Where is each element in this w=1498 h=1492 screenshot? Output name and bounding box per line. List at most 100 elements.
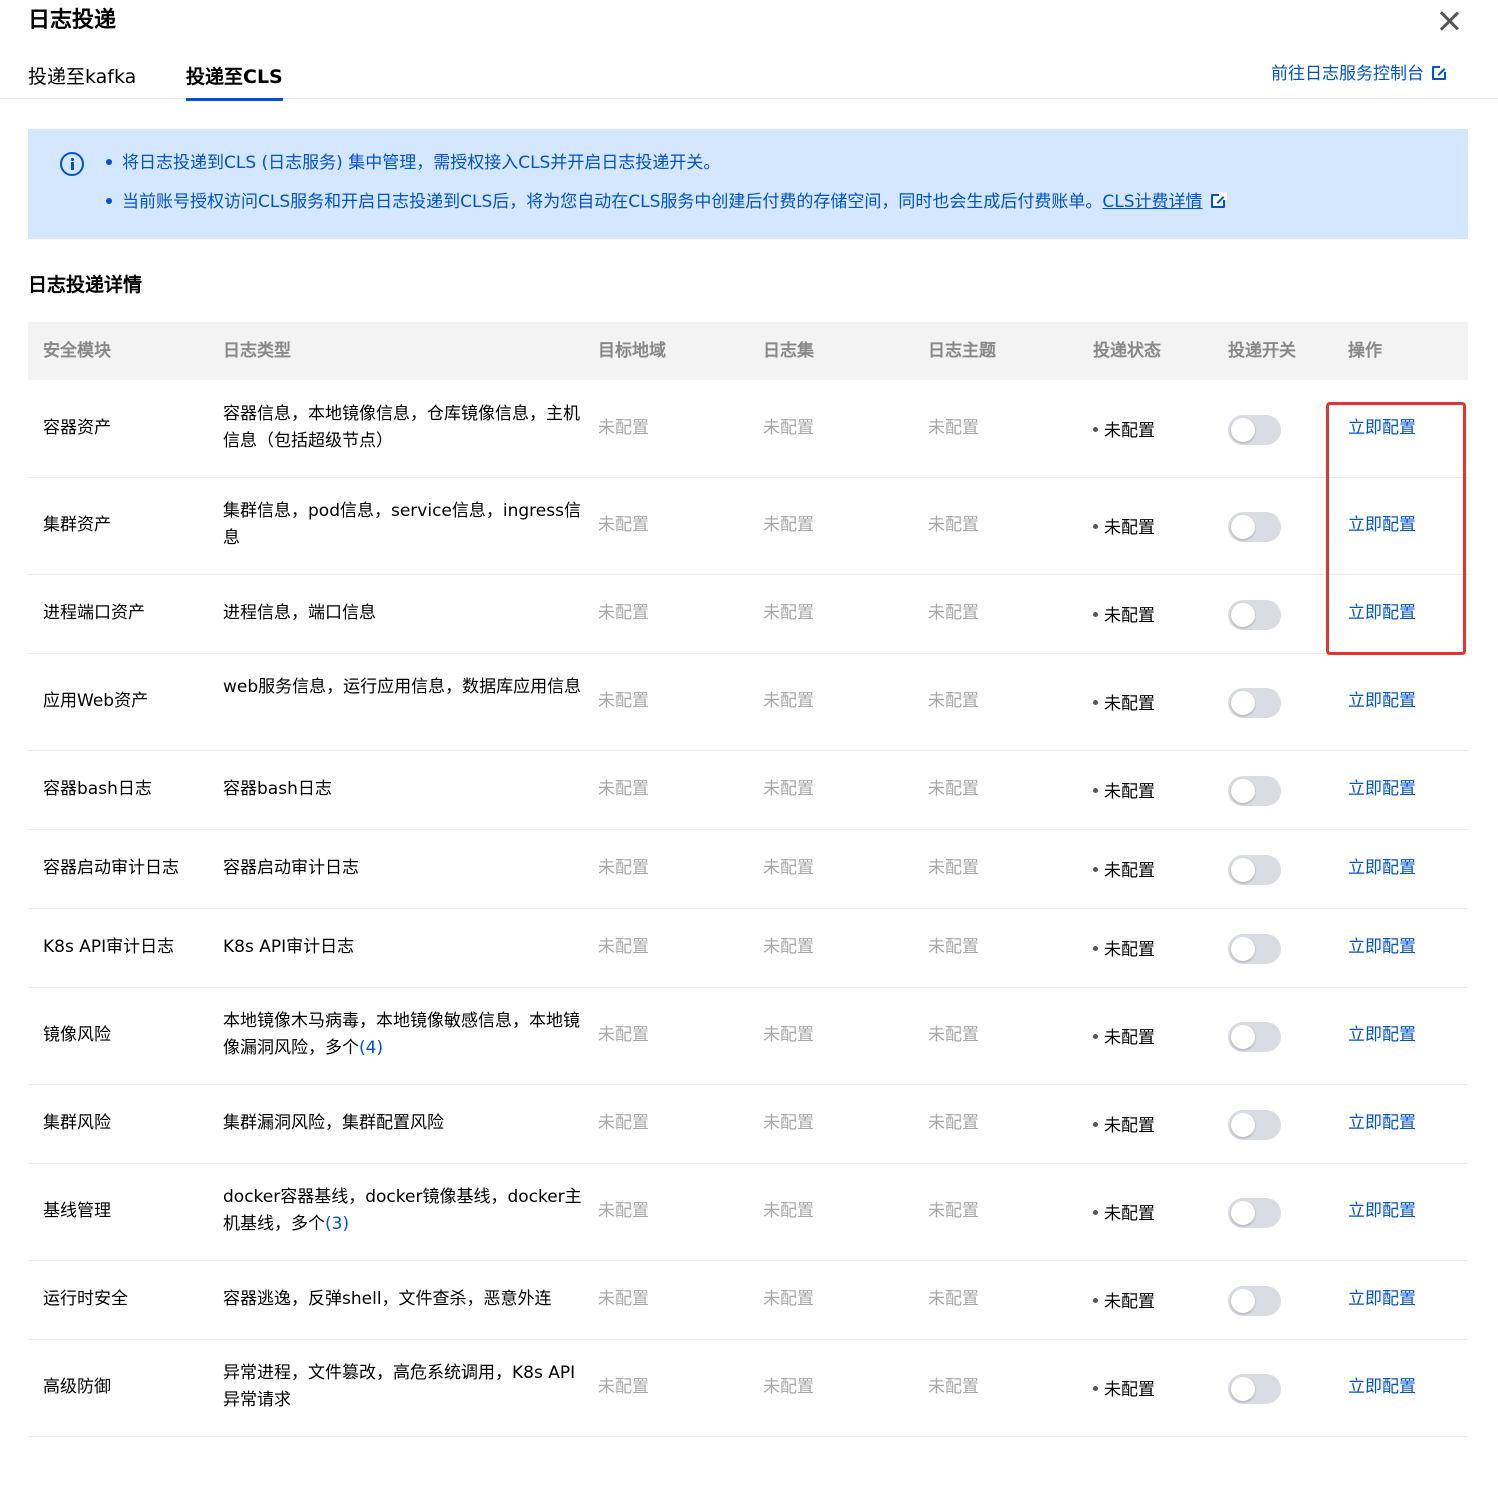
cell-logset: 未配置 <box>763 779 814 799</box>
configure-now-link[interactable]: 立即配置 <box>1348 1286 1416 1313</box>
delivery-switch[interactable] <box>1228 855 1281 885</box>
cell-topic: 未配置 <box>928 603 979 623</box>
cell-log-type: web服务信息，运行应用信息，数据库应用信息 <box>223 674 583 701</box>
cell-module: 基线管理 <box>43 1201 111 1221</box>
status-text: 未配置 <box>1104 940 1155 960</box>
table-header: 安全模块 日志类型 目标地域 日志集 日志主题 投递状态 投递开关 操作 <box>28 322 1468 380</box>
delivery-switch[interactable] <box>1228 776 1281 806</box>
cell-module: 集群资产 <box>43 515 111 535</box>
status-dot <box>1093 1298 1098 1303</box>
status-dot <box>1093 427 1098 432</box>
cell-region: 未配置 <box>598 858 649 878</box>
cell-module: 容器bash日志 <box>43 779 152 799</box>
cell-log-type-text: docker容器基线，docker镜像基线，docker主机基线，多个 <box>223 1187 582 1234</box>
configure-now-link[interactable]: 立即配置 <box>1348 1374 1416 1401</box>
cell-log-type-text: K8s API审计日志 <box>223 937 355 957</box>
cell-topic: 未配置 <box>928 1289 979 1309</box>
cell-module: 镜像风险 <box>43 1025 111 1045</box>
delivery-switch[interactable] <box>1228 1286 1281 1316</box>
dialog-title: 日志投递 <box>28 8 117 33</box>
cell-status: 未配置 <box>1093 515 1155 542</box>
status-text: 未配置 <box>1104 1204 1155 1224</box>
log-console-link-label[interactable]: 前往日志服务控制台 <box>1271 64 1424 84</box>
delivery-switch[interactable] <box>1228 1110 1281 1140</box>
cell-log-type: 本地镜像木马病毒，本地镜像敏感信息，本地镜像漏洞风险，多个(4) <box>223 1008 583 1062</box>
notice-text-2: 当前账号授权访问CLS服务和开启日志投递到CLS后，将为您自动在CLS服务中创建… <box>122 192 1103 212</box>
configure-now-link[interactable]: 立即配置 <box>1348 1198 1416 1225</box>
cell-region: 未配置 <box>598 691 649 711</box>
cell-log-type: 容器bash日志 <box>223 776 583 803</box>
configure-now-link[interactable]: 立即配置 <box>1348 855 1416 882</box>
notice-line-2: 当前账号授权访问CLS服务和开启日志投递到CLS后，将为您自动在CLS服务中创建… <box>106 191 1227 213</box>
delivery-switch[interactable] <box>1228 688 1281 718</box>
cls-billing-link[interactable]: CLS计费详情 <box>1102 192 1202 212</box>
table-row: 容器启动审计日志 容器启动审计日志 未配置 未配置 未配置 未配置 立即配置 <box>28 830 1468 909</box>
bullet-dot <box>106 198 112 204</box>
delivery-switch[interactable] <box>1228 1198 1281 1228</box>
status-text: 未配置 <box>1104 1292 1155 1312</box>
log-console-link[interactable]: 前往日志服务控制台 <box>1271 62 1448 86</box>
cell-region: 未配置 <box>598 418 649 438</box>
status-dot <box>1093 700 1098 705</box>
external-link-icon[interactable] <box>1210 192 1227 208</box>
table-row: 高级防御 异常进程，文件篡改，高危系统调用，K8s API异常请求 未配置 未配置 未配… <box>28 1340 1468 1437</box>
configure-now-link[interactable]: 立即配置 <box>1348 776 1416 803</box>
delivery-switch[interactable] <box>1228 512 1281 542</box>
bullet-dot <box>106 159 112 165</box>
delivery-switch[interactable] <box>1228 1022 1281 1052</box>
cell-module: 进程端口资产 <box>43 603 145 623</box>
table-row: 集群风险 集群漏洞风险，集群配置风险 未配置 未配置 未配置 未配置 立即配置 <box>28 1085 1468 1164</box>
status-dot <box>1093 612 1098 617</box>
configure-now-link[interactable]: 立即配置 <box>1348 1110 1416 1137</box>
cell-log-type-text: 进程信息，端口信息 <box>223 603 376 623</box>
table-row: 镜像风险 本地镜像木马病毒，本地镜像敏感信息，本地镜像漏洞风险，多个(4) 未配置 未… <box>28 988 1468 1085</box>
header-region: 目标地域 <box>598 341 666 361</box>
cell-log-type-text: 容器逃逸，反弹shell，文件查杀，恶意外连 <box>223 1289 552 1309</box>
configure-now-link[interactable]: 立即配置 <box>1348 934 1416 961</box>
close-icon[interactable] <box>1436 8 1462 34</box>
cell-log-type: 容器逃逸，反弹shell，文件查杀，恶意外连 <box>223 1286 583 1313</box>
cell-topic: 未配置 <box>928 779 979 799</box>
info-banner: 将日志投递到CLS (日志服务) 集中管理，需授权接入CLS并开启日志投递开关。… <box>28 129 1468 239</box>
cell-log-type-text: 容器bash日志 <box>223 779 332 799</box>
configure-now-link[interactable]: 立即配置 <box>1348 1022 1416 1049</box>
more-count-link[interactable]: (4) <box>359 1038 383 1058</box>
header-module: 安全模块 <box>43 341 111 361</box>
cell-region: 未配置 <box>598 1113 649 1133</box>
header-topic: 日志主题 <box>928 341 996 361</box>
delivery-switch[interactable] <box>1228 600 1281 630</box>
tab-cls[interactable]: 投递至CLS <box>186 64 283 101</box>
table-row: 基线管理 docker容器基线，docker镜像基线，docker主机基线，多个(… <box>28 1164 1468 1261</box>
cell-status: 未配置 <box>1093 1113 1155 1140</box>
cell-logset: 未配置 <box>763 1025 814 1045</box>
configure-now-link[interactable]: 立即配置 <box>1348 688 1416 715</box>
cell-log-type: 集群信息，pod信息，service信息，ingress信息 <box>223 498 583 552</box>
delivery-switch[interactable] <box>1228 1374 1281 1404</box>
header-action: 操作 <box>1348 341 1382 361</box>
cell-module: K8s API审计日志 <box>43 937 175 957</box>
header-logset: 日志集 <box>763 341 814 361</box>
cell-module: 高级防御 <box>43 1377 111 1397</box>
cell-topic: 未配置 <box>928 1201 979 1221</box>
delivery-switch[interactable] <box>1228 415 1281 445</box>
cell-topic: 未配置 <box>928 858 979 878</box>
cell-region: 未配置 <box>598 779 649 799</box>
cell-logset: 未配置 <box>763 937 814 957</box>
tab-kafka[interactable]: 投递至kafka <box>28 64 136 90</box>
cell-logset: 未配置 <box>763 515 814 535</box>
cell-status: 未配置 <box>1093 603 1155 630</box>
delivery-switch[interactable] <box>1228 934 1281 964</box>
more-count-link[interactable]: (3) <box>325 1214 349 1234</box>
status-dot <box>1093 1034 1098 1039</box>
cell-region: 未配置 <box>598 603 649 623</box>
table-row: 运行时安全 容器逃逸，反弹shell，文件查杀，恶意外连 未配置 未配置 未配置 未配置 立… <box>28 1261 1468 1340</box>
cell-log-type: 异常进程，文件篡改，高危系统调用，K8s API异常请求 <box>223 1360 583 1414</box>
table-row: 容器bash日志 容器bash日志 未配置 未配置 未配置 未配置 立即配置 <box>28 751 1468 830</box>
cell-region: 未配置 <box>598 1201 649 1221</box>
external-link-icon[interactable] <box>1432 64 1448 80</box>
status-dot <box>1093 1386 1098 1391</box>
status-text: 未配置 <box>1104 606 1155 626</box>
cell-log-type: 容器信息，本地镜像信息，仓库镜像信息，主机信息（包括超级节点） <box>223 401 583 455</box>
tab-bar: 投递至kafka 投递至CLS 前往日志服务控制台 <box>0 56 1498 101</box>
cell-status: 未配置 <box>1093 691 1155 718</box>
